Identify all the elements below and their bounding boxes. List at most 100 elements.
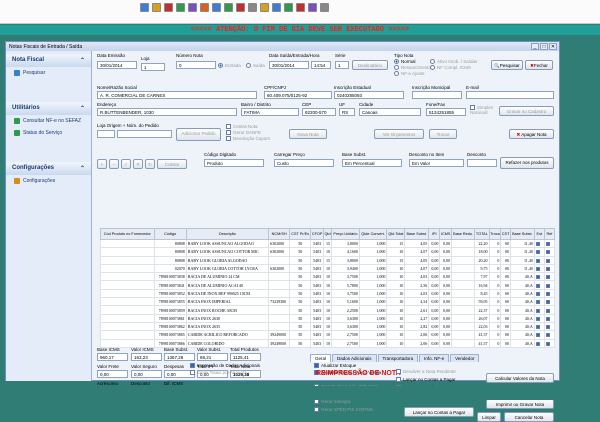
devolucao-cupom-checkbox[interactable]: Devolução Cupom [226,136,270,142]
column-header[interactable]: Preço Unitário [331,228,360,240]
column-header[interactable]: Qtde Convert. [358,228,388,240]
table-cell[interactable]: 1,000 [358,321,388,332]
table-cell[interactable]: CABIDE ACRILICO REFORCADO [185,330,270,340]
est-checkbox[interactable] [533,255,545,265]
table-cell[interactable]: 00 [500,305,511,315]
table-cell[interactable]: 5403 [310,288,325,299]
table-cell[interactable]: 6302000 [268,247,291,257]
table-cell[interactable]: 22,20 [474,238,490,249]
table-cell[interactable]: 1,000 [358,263,388,274]
table-cell[interactable]: 10 [323,288,332,299]
table-cell[interactable]: BACIA DE ALUMINIO ACAI 40 [185,280,270,290]
table-cell[interactable]: 73239300 [268,297,291,307]
table-cell[interactable] [450,305,476,315]
desconto-field[interactable] [467,159,497,167]
bairro-field[interactable]: FATIMA [241,108,299,116]
table-cell[interactable]: 2,7500 [331,338,360,348]
limpar-button[interactable]: Limpar [477,412,501,422]
table-cell[interactable]: 5403 [310,330,325,340]
table-cell[interactable]: 3,9400 [331,263,360,274]
table-row[interactable]: 7898100073838 BACIA DE ALUMINIO 24 CM 50 54… [100,272,556,282]
table-cell[interactable]: 1,000 [358,338,388,348]
table-cell[interactable]: 10 [323,313,332,323]
table-cell[interactable]: 50 [289,238,312,249]
table-cell[interactable]: 7898100073865 [153,330,187,340]
cnpj-field[interactable]: 60.409.075/0125-92 [264,91,332,99]
table-row[interactable]: 7898100073865 CABIDE ACRILICO REFORCADO 39… [100,330,556,340]
est-checkbox[interactable] [533,272,545,282]
tab-geral[interactable]: Geral [310,354,332,362]
table-cell[interactable]: 39249000 [268,338,291,348]
sidebar-item-status[interactable]: Status do Serviço [6,127,91,139]
option-checkbox[interactable]: Lançar no Contas a Pagar [396,377,456,383]
serie-field[interactable]: 1 [335,61,349,69]
option-checkbox[interactable]: Devolver a Nota Pendente [396,369,456,375]
table-cell[interactable]: 5403 [310,272,325,282]
table-cell[interactable]: 0,00 [428,313,441,323]
tab-vendedor[interactable]: Vendedor [450,354,480,362]
toolbar-icon[interactable] [140,3,149,12]
table-cell[interactable]: 0,00 [439,280,452,290]
table-cell[interactable]: 0 [488,297,502,307]
column-header[interactable]: CST [500,228,511,240]
calcular-valores-button[interactable]: Calcular Valores da Nota [486,373,554,383]
ref-checkbox[interactable] [543,238,556,249]
table-cell[interactable]: 0 [488,238,502,249]
table-cell[interactable] [100,263,155,274]
minus-button[interactable]: − [109,159,119,169]
table-cell[interactable]: 1,000 [358,330,388,340]
table-cell[interactable]: 10 [386,247,406,257]
table-cell[interactable] [450,272,476,282]
table-cell[interactable] [450,313,476,323]
table-cell[interactable]: 00 [500,313,511,323]
table-cell[interactable]: 40,A [509,288,535,299]
table-cell[interactable]: 10 [323,297,332,307]
table-cell[interactable]: BABY LOOK GLORIA COTTOR LYCRA [185,263,270,274]
table-cell[interactable]: 40,A [509,338,535,348]
table-cell[interactable]: 3,7500 [331,288,360,299]
table-cell[interactable]: 7898100073862 [153,321,187,332]
ver-orcamentos-button[interactable]: Ver Orçamentos [374,129,424,139]
table-cell[interactable]: 1,000 [358,313,388,323]
table-cell[interactable] [450,247,476,257]
table-cell[interactable]: 5403 [310,247,325,257]
table-cell[interactable]: 3,6300 [331,313,360,323]
table-cell[interactable]: 50 [289,305,312,315]
radio-saida[interactable]: Saída [246,63,265,69]
column-header[interactable]: Base Redu. [450,228,476,240]
est-checkbox[interactable] [533,238,545,249]
table-cell[interactable]: 0 [488,288,502,299]
adicionar-pedido-button[interactable]: Adicionar Pedido [176,128,221,141]
table-cell[interactable]: 4,03 [404,272,430,282]
column-header[interactable]: Cód Produto no Fornecedor [100,228,155,240]
endereco-field[interactable]: R.BUTTENBENDER, 1030 [97,108,237,116]
table-cell[interactable]: 11,40 [509,247,535,257]
table-cell[interactable]: 10 [386,305,406,315]
column-header[interactable]: Código [153,228,187,240]
table-cell[interactable]: 0,00 [428,238,441,249]
nome-field[interactable]: A. R. COMERCIAL DE CARNES [97,91,257,99]
table-cell[interactable]: 4,1600 [331,247,360,257]
nova-nota-button[interactable]: Nova Nota [289,129,327,139]
table-cell[interactable]: 18,00 [474,247,490,257]
table-cell[interactable]: 0,00 [439,263,452,274]
table-cell[interactable]: 10 [323,338,332,348]
emissao-field[interactable]: 30/01/2014 [97,61,137,69]
email-field[interactable] [466,91,554,99]
table-cell[interactable] [100,297,155,307]
maximize-button[interactable]: □ [540,43,548,50]
table-cell[interactable]: 0,00 [439,338,452,348]
table-cell[interactable]: 40,A [509,297,535,307]
table-cell[interactable] [450,238,476,249]
table-cell[interactable]: 39249000 [268,330,291,340]
table-cell[interactable]: 0 [488,305,502,315]
table-cell[interactable]: 80808 [153,247,187,257]
radio-normal[interactable]: Normal [394,59,416,65]
option-checkbox[interactable]: Gerar SPED PIS COFINS [314,407,373,412]
table-cell[interactable]: 10 [323,272,332,282]
table-cell[interactable]: 0 [488,321,502,332]
table-cell[interactable]: 2,7500 [331,330,360,340]
table-cell[interactable]: BACIA INOX 2630 [185,313,270,323]
imprimir-gravar-button[interactable]: Imprimir ou Gravar Nota [486,399,554,409]
est-checkbox[interactable] [533,247,545,257]
